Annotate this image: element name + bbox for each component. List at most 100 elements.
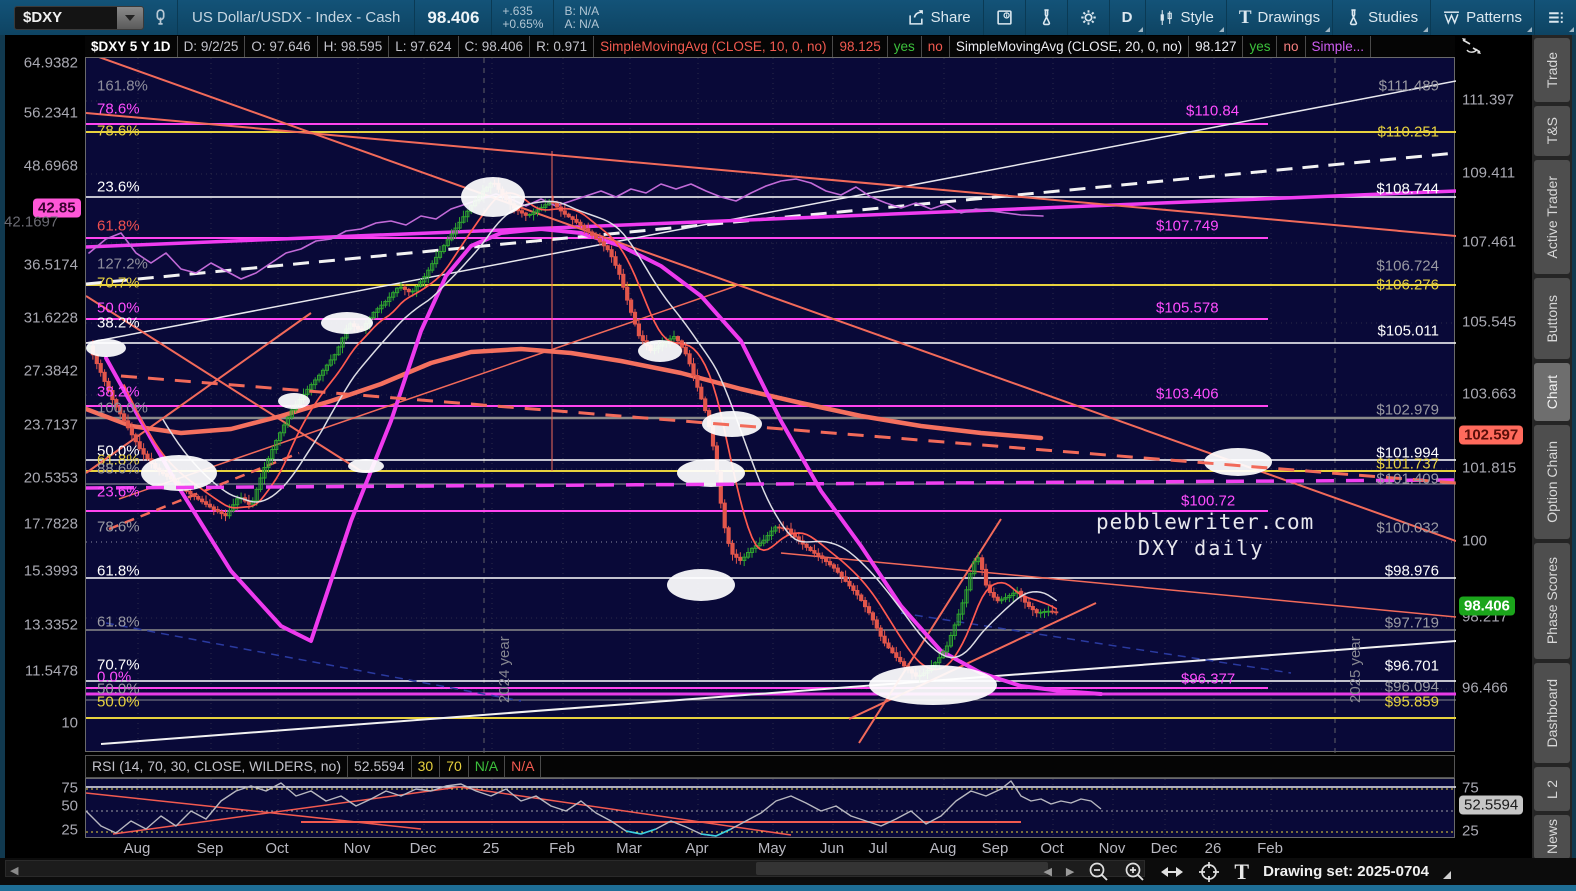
header-segment: Simple... (1306, 36, 1372, 57)
candle-body (734, 553, 739, 558)
annotation-ellipse (86, 339, 126, 357)
fit-width-icon[interactable] (1160, 863, 1184, 881)
sidebar-tab-buttons[interactable]: Buttons (1534, 278, 1570, 359)
sidebar-tab-l-2[interactable]: L 2 (1534, 767, 1570, 811)
sidebar-tab-option-chain[interactable]: Option Chain (1534, 425, 1570, 539)
zoom-out-icon[interactable] (1088, 861, 1110, 883)
sidebar-tab-news[interactable]: News (1534, 815, 1570, 859)
candle-body (859, 594, 864, 601)
symbol-value[interactable]: $DXY (15, 9, 117, 26)
candle-body (843, 576, 848, 582)
price-target-label: $98.976 (1384, 562, 1439, 580)
price-target-label: $102.979 (1376, 401, 1439, 419)
time-axis-month: May (757, 840, 787, 857)
time-axis[interactable]: Aug Sep Oct Nov Dec 25 Feb Mar Apr May Jun Jul Aug Se… (85, 838, 1455, 858)
resize-corner-icon[interactable] (1443, 871, 1451, 879)
patterns-button[interactable]: Patterns (1431, 0, 1534, 35)
header-segment: yes (1243, 36, 1278, 57)
window-right-edge (1572, 35, 1576, 885)
fib-level-label: 161.8% (97, 77, 148, 95)
symbol-dropdown-button[interactable] (117, 6, 143, 29)
candle-body (1038, 611, 1043, 614)
candle-body (855, 589, 860, 596)
candle-body (808, 546, 813, 552)
trendline (85, 80, 1457, 344)
price-chart[interactable]: 161.8% 78.6% 78.6% 23.6% 61.8% 127.2% 70.7% 50.… (83, 55, 1463, 753)
fib-level-label: 38.2% (97, 383, 140, 401)
candle-body (788, 528, 794, 534)
candle-body (219, 511, 224, 515)
right-axis-tick: 105.545 (1462, 313, 1517, 331)
left-axis-tick: 17.7828 (23, 515, 78, 533)
candle-body (777, 526, 782, 529)
candle-body (863, 599, 868, 608)
grid-menu-button[interactable] (1535, 0, 1576, 35)
sidebar-tab-label: Dashboard (1544, 678, 1560, 748)
sidebar-tab-label: Trade (1544, 51, 1560, 89)
page-left-icon[interactable]: ◀ (1043, 865, 1051, 878)
candle-body (200, 498, 205, 503)
candle-body (586, 228, 591, 233)
sidebar-tab-active-trader[interactable]: Active Trader (1534, 160, 1570, 274)
sidebar-tab-chart[interactable]: Chart (1534, 363, 1570, 421)
sidebar-tab-trade[interactable]: Trade (1534, 38, 1570, 102)
annotation-ellipse (869, 665, 997, 705)
left-axis-tick: 13.3352 (23, 616, 78, 634)
time-axis-month: 25 (482, 840, 500, 857)
price-target-label: $106.276 (1376, 276, 1439, 294)
symbol-input[interactable]: $DXY (14, 5, 144, 30)
time-axis-month: Oct (265, 840, 289, 857)
analyze-flask-button[interactable] (1026, 0, 1067, 35)
style-label: Style (1180, 9, 1214, 26)
rsi-oversold-segment (625, 830, 642, 835)
time-axis-month: Apr (685, 840, 709, 857)
notes-button[interactable] (984, 0, 1025, 35)
sidebar-tab-phase-scores[interactable]: Phase Scores (1534, 543, 1570, 659)
text-tool-icon[interactable]: T (1234, 859, 1249, 885)
header-segment: 70 (440, 756, 469, 777)
chart-grabber-icon[interactable] (1461, 36, 1483, 56)
link-icon[interactable] (152, 9, 169, 26)
candle-body (699, 386, 704, 400)
right-axis-badge: 102.597 (1459, 425, 1524, 445)
header-segment: O: 97.646 (245, 36, 318, 57)
sidebar-tab-t-s[interactable]: T&S (1534, 106, 1570, 156)
scroll-left-icon[interactable]: ◀ (10, 864, 18, 877)
left-axis-tick: 64.9382 (23, 54, 78, 72)
sidebar-tab-dashboard[interactable]: Dashboard (1534, 663, 1570, 763)
price-target-label: $107.749 (1156, 217, 1219, 235)
last-price: 98.406 (427, 7, 480, 27)
drawing-set-label[interactable]: Drawing set: 2025-0704 (1263, 863, 1429, 880)
left-axis-tick: 56.2341 (23, 104, 78, 122)
candle-body (590, 231, 595, 236)
candle-body (102, 371, 107, 382)
horizontal-scrollbar[interactable]: ◀ (5, 860, 1145, 877)
rsi-line (85, 780, 1102, 837)
candle-body (145, 453, 150, 460)
candle-body (870, 612, 875, 621)
candle-body (726, 527, 731, 544)
style-button[interactable]: Style (1146, 0, 1226, 35)
settings-gear-button[interactable] (1068, 0, 1109, 35)
price-plot-svg (83, 55, 1463, 753)
crosshair-icon[interactable] (1198, 861, 1220, 883)
drawings-button[interactable]: T Drawings (1227, 0, 1332, 35)
zoom-in-icon[interactable] (1124, 861, 1146, 883)
fib-level-label: 78.6% (97, 100, 140, 118)
candle-body (597, 238, 602, 243)
share-button[interactable]: Share (896, 0, 983, 35)
scrollbar-thumb[interactable] (756, 862, 1048, 875)
candle-body (562, 210, 567, 215)
page-right-icon[interactable]: ▶ (1066, 865, 1074, 878)
studies-button[interactable]: Studies (1333, 0, 1430, 35)
fib-level-label: 23.6% (97, 178, 140, 196)
candle-body (570, 216, 575, 220)
timeframe-button[interactable]: D (1110, 0, 1145, 35)
rsi-panel[interactable] (85, 778, 1456, 839)
candle-body (866, 606, 872, 614)
top-toolbar: $DXY US Dollar/USDX - Index - Cash 98.40… (0, 0, 1576, 35)
right-axis-tick: 107.461 (1462, 233, 1517, 251)
left-axis-tick: 11.5478 (24, 662, 78, 680)
candle-body (1026, 601, 1032, 608)
right-axis-tick: 96.466 (1462, 679, 1508, 697)
